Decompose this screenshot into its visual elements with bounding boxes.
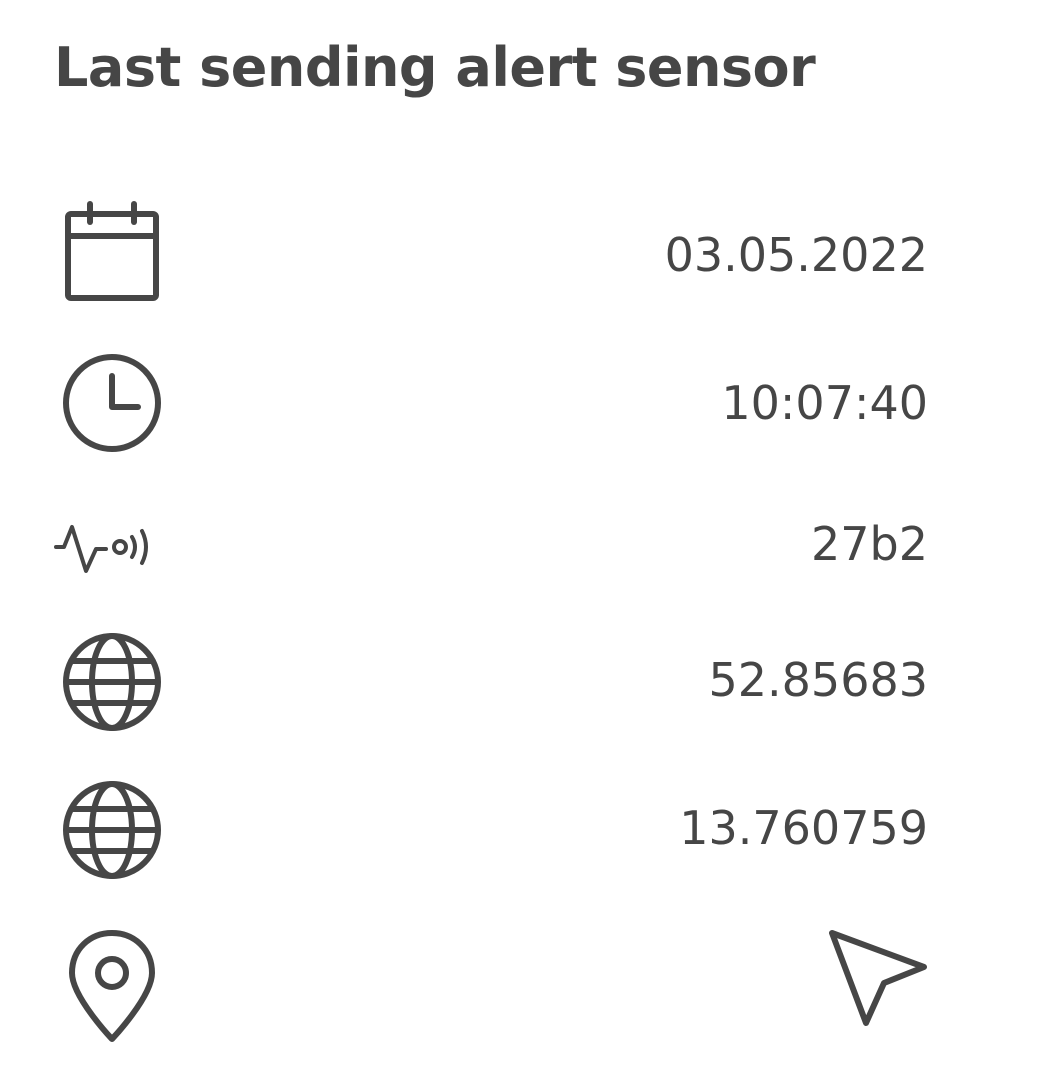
latitude-value: 52.85683 — [708, 653, 929, 707]
open-location-button[interactable] — [818, 925, 928, 1035]
alert-date-value: 03.05.2022 — [664, 228, 928, 282]
info-row-location — [54, 925, 928, 1042]
clock-icon — [54, 348, 174, 458]
alert-time-value: 10:07:40 — [721, 376, 928, 430]
globe-icon — [54, 773, 174, 883]
info-row-date: 03.05.2022 — [54, 200, 928, 310]
info-row-longitude: 13.760759 — [54, 773, 928, 883]
navigation-arrow-icon — [829, 930, 927, 1026]
page-title: Last sending alert sensor — [54, 36, 816, 99]
sensor-id-value: 27b2 — [811, 517, 928, 571]
globe-icon — [54, 625, 174, 735]
info-row-time: 10:07:40 — [54, 348, 928, 458]
info-row-latitude: 52.85683 — [54, 625, 928, 735]
sensor-signal-icon — [54, 489, 174, 599]
map-pin-icon — [54, 925, 174, 1042]
longitude-value: 13.760759 — [679, 801, 928, 855]
info-row-sensor: 27b2 — [54, 489, 928, 599]
calendar-icon — [54, 200, 174, 310]
